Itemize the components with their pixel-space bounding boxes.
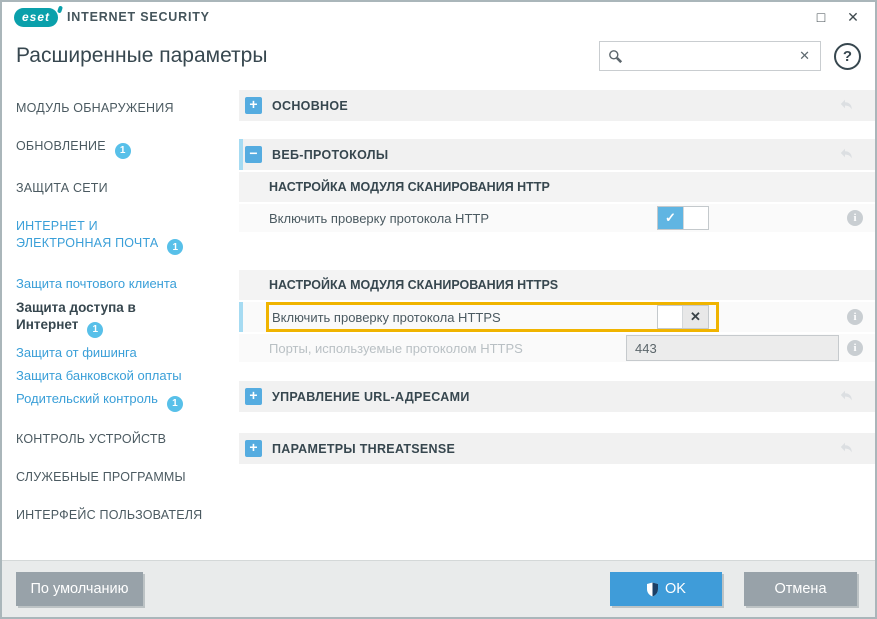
collapse-minus-icon[interactable]: − — [245, 146, 262, 163]
sidebar: МОДУЛЬ ОБНАРУЖЕНИЯ ОБНОВЛЕНИЕ 1 ЗАЩИТА СЕ… — [2, 88, 239, 559]
count-badge: 1 — [87, 322, 103, 338]
product-name: INTERNET SECURITY — [67, 10, 210, 24]
sidebar-item-parental-control[interactable]: Родительский контроль 1 — [16, 391, 231, 412]
sidebar-item-label: ЗАЩИТА СЕТИ — [16, 181, 108, 195]
count-badge: 1 — [115, 143, 131, 159]
info-icon[interactable]: i — [847, 309, 863, 325]
toggle-knob — [683, 207, 708, 229]
eset-logo-tm-mark — [57, 5, 63, 13]
revert-icon[interactable] — [838, 146, 855, 163]
expand-plus-icon[interactable]: + — [245, 440, 262, 457]
sidebar-item-device-control[interactable]: КОНТРОЛЬ УСТРОЙСТВ — [16, 431, 231, 448]
sidebar-item-label: Родительский контроль — [16, 391, 158, 406]
section-label: ОСНОВНОЕ — [272, 99, 348, 113]
content-area: МОДУЛЬ ОБНАРУЖЕНИЯ ОБНОВЛЕНИЕ 1 ЗАЩИТА СЕ… — [2, 88, 875, 559]
revert-icon[interactable] — [838, 388, 855, 405]
page-title: Расширенные параметры — [16, 44, 267, 68]
sidebar-item-label: ОБНОВЛЕНИЕ — [16, 139, 106, 153]
sidebar-item-label: Защита от фишинга — [16, 345, 137, 360]
sidebar-item-email-client-protection[interactable]: Защита почтового клиента — [16, 276, 231, 292]
help-button[interactable]: ? — [834, 43, 861, 70]
row-enable-https-checking: Включить проверку протокола HTTPS ✕ i — [239, 302, 875, 332]
sidebar-item-label: МОДУЛЬ ОБНАРУЖЕНИЯ — [16, 101, 174, 115]
sidebar-item-label: Защита доступа в Интернет — [16, 300, 136, 332]
uac-shield-icon — [646, 582, 659, 597]
check-icon: ✓ — [658, 207, 683, 229]
https-ports-input[interactable] — [626, 335, 839, 361]
expand-plus-icon[interactable]: + — [245, 97, 262, 114]
search-highlight-box: Включить проверку протокола HTTPS ✕ — [266, 302, 719, 332]
toggle-knob — [658, 306, 683, 328]
expand-plus-icon[interactable]: + — [245, 388, 262, 405]
selection-indicator-bar — [239, 139, 243, 170]
setting-label: Включить проверку протокола HTTP — [269, 211, 657, 226]
eset-logo: eset — [14, 8, 58, 27]
section-url-address-management[interactable]: + УПРАВЛЕНИЕ URL-АДРЕСАМИ — [239, 381, 875, 412]
sidebar-item-label: СЛУЖЕБНЫЕ ПРОГРАММЫ — [16, 470, 186, 484]
group-https-scanner-setup: НАСТРОЙКА МОДУЛЯ СКАНИРОВАНИЯ HTTPS — [239, 270, 875, 300]
sidebar-item-web-access-protection[interactable]: Защита доступа в Интернет1 — [16, 299, 194, 338]
http-check-toggle[interactable]: ✓ — [657, 206, 709, 230]
section-label: УПРАВЛЕНИЕ URL-АДРЕСАМИ — [272, 390, 470, 404]
sidebar-item-user-interface[interactable]: ИНТЕРФЕЙС ПОЛЬЗОВАТЕЛЯ — [16, 507, 231, 524]
revert-icon[interactable] — [838, 97, 855, 114]
sidebar-item-tools[interactable]: СЛУЖЕБНЫЕ ПРОГРАММЫ — [16, 469, 231, 486]
group-title: НАСТРОЙКА МОДУЛЯ СКАНИРОВАНИЯ HTTPS — [269, 278, 558, 292]
sidebar-item-label: ИНТЕРНЕТ И ЭЛЕКТРОННАЯ ПОЧТА — [16, 219, 158, 250]
header: Расширенные параметры ✕ ? — [2, 32, 875, 88]
search-input[interactable] — [629, 49, 797, 64]
row-enable-http-checking: Включить проверку протокола HTTP ✓ i — [239, 204, 875, 232]
eset-logo-text: eset — [14, 8, 58, 27]
section-basic[interactable]: + ОСНОВНОЕ — [239, 90, 875, 121]
eset-advanced-setup-window: eset INTERNET SECURITY □ ✕ Расширенные п… — [0, 0, 877, 619]
sidebar-item-web-and-email[interactable]: ИНТЕРНЕТ И ЭЛЕКТРОННАЯ ПОЧТА 1 — [16, 218, 194, 256]
count-badge: 1 — [167, 239, 183, 255]
revert-icon[interactable] — [838, 440, 855, 457]
section-label: ВЕБ-ПРОТОКОЛЫ — [272, 148, 388, 162]
sidebar-item-label: Защита банковской оплаты — [16, 368, 182, 383]
search-clear-icon[interactable]: ✕ — [797, 48, 812, 64]
sidebar-item-detection-engine[interactable]: МОДУЛЬ ОБНАРУЖЕНИЯ — [16, 100, 231, 117]
https-check-toggle[interactable]: ✕ — [657, 305, 709, 329]
close-button[interactable]: ✕ — [837, 4, 869, 30]
count-badge: 1 — [167, 396, 183, 412]
sidebar-item-antiphishing[interactable]: Защита от фишинга — [16, 345, 231, 361]
sidebar-item-update[interactable]: ОБНОВЛЕНИЕ 1 — [16, 138, 231, 159]
footer-bar: По умолчанию OK Отмена — [2, 560, 875, 617]
selection-indicator-bar — [239, 302, 243, 332]
row-https-ports: Порты, используемые протоколом HTTPS i — [239, 334, 875, 362]
window-controls: □ ✕ — [805, 4, 869, 30]
sidebar-item-network-protection[interactable]: ЗАЩИТА СЕТИ — [16, 180, 231, 197]
cancel-button[interactable]: Отмена — [744, 572, 857, 606]
setting-label: Порты, используемые протоколом HTTPS — [269, 341, 626, 356]
sidebar-item-label: Защита почтового клиента — [16, 276, 177, 291]
setting-label: Включить проверку протокола HTTPS — [272, 310, 657, 325]
default-button[interactable]: По умолчанию — [16, 572, 143, 606]
ok-button-label: OK — [665, 581, 686, 597]
settings-panel: + ОСНОВНОЕ − ВЕБ-ПРОТОКОЛЫ НАСТРОЙКА МОД… — [239, 88, 875, 559]
search-icon — [608, 49, 623, 64]
section-threatsense-parameters[interactable]: + ПАРАМЕТРЫ THREATSENSE — [239, 433, 875, 464]
info-icon[interactable]: i — [847, 340, 863, 356]
maximize-button[interactable]: □ — [805, 4, 837, 30]
section-web-protocols[interactable]: − ВЕБ-ПРОТОКОЛЫ — [239, 139, 875, 170]
section-spacer — [239, 232, 875, 268]
sidebar-item-label: ИНТЕРФЕЙС ПОЛЬЗОВАТЕЛЯ — [16, 508, 202, 522]
sidebar-item-label: КОНТРОЛЬ УСТРОЙСТВ — [16, 432, 166, 446]
search-box[interactable]: ✕ — [599, 41, 821, 71]
titlebar: eset INTERNET SECURITY □ ✕ — [2, 2, 875, 32]
x-icon: ✕ — [683, 306, 708, 328]
sidebar-item-banking-protection[interactable]: Защита банковской оплаты — [16, 368, 231, 384]
ok-button[interactable]: OK — [610, 572, 722, 606]
section-label: ПАРАМЕТРЫ THREATSENSE — [272, 442, 455, 456]
info-icon[interactable]: i — [847, 210, 863, 226]
group-http-scanner-setup: НАСТРОЙКА МОДУЛЯ СКАНИРОВАНИЯ HTTP — [239, 172, 875, 202]
group-title: НАСТРОЙКА МОДУЛЯ СКАНИРОВАНИЯ HTTP — [269, 180, 550, 194]
